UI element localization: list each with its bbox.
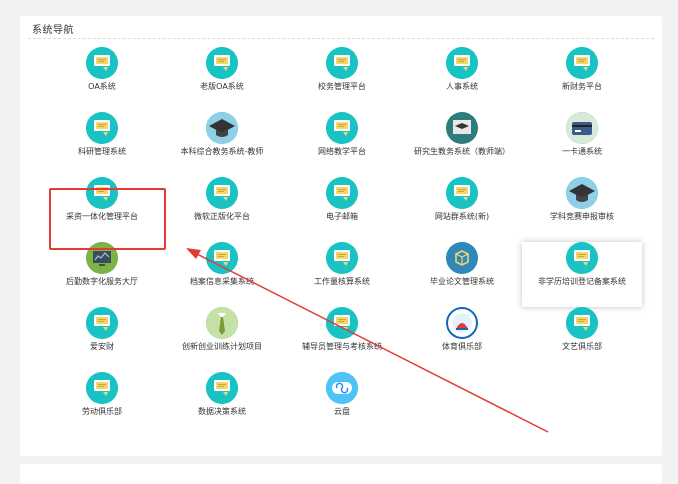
document-icon	[326, 307, 358, 339]
nav-tile[interactable]: 老版OA系统	[162, 47, 282, 112]
panel-title: 系统导航	[32, 25, 74, 36]
nav-tile-label: 微软正版化平台	[194, 212, 250, 221]
nav-tile[interactable]: 微软正版化平台	[162, 177, 282, 242]
document-icon	[206, 372, 238, 404]
nav-tile[interactable]: 云盘	[282, 372, 402, 437]
document-icon	[446, 47, 478, 79]
nav-tile-label: 非学历培训登记备案系统	[538, 277, 626, 286]
document-icon	[566, 307, 598, 339]
nav-tile[interactable]: 网络教学平台	[282, 112, 402, 177]
document-icon	[86, 47, 118, 79]
nav-tile-label: 档案信息采集系统	[190, 277, 254, 286]
document-icon	[326, 112, 358, 144]
nav-tile[interactable]: 毕业论文管理系统	[402, 242, 522, 307]
nav-tile-label: 爱安财	[90, 342, 114, 351]
nav-tile-label: 电子邮箱	[326, 212, 358, 221]
nav-tile[interactable]: 网站群系统(新)	[402, 177, 522, 242]
nav-tile[interactable]: 本科综合教务系统-教师	[162, 112, 282, 177]
nav-tile[interactable]: 非学历培训登记备案系统	[522, 242, 642, 307]
nav-tile-label: 本科综合教务系统-教师	[180, 147, 264, 156]
nav-tile-label: 网络教学平台	[318, 147, 366, 156]
document-icon	[326, 47, 358, 79]
tie-icon	[206, 307, 238, 339]
nav-tile-label: 校务管理平台	[318, 82, 366, 91]
nav-tile-label: 创新创业训练计划项目	[182, 342, 262, 351]
nav-tile[interactable]: 学科竞赛申报审核	[522, 177, 642, 242]
nav-tile-label: 研究生教务系统（教师端）	[414, 147, 510, 156]
nav-tile-label: OA系统	[88, 82, 116, 91]
graduation-cap-board-icon	[446, 112, 478, 144]
document-icon	[206, 242, 238, 274]
cube-icon	[446, 242, 478, 274]
nav-tile[interactable]: 文艺俱乐部	[522, 307, 642, 372]
document-icon	[566, 47, 598, 79]
nav-tile[interactable]: 科研管理系统	[42, 112, 162, 177]
nav-tile-label: 工作量核算系统	[314, 277, 370, 286]
sports-emblem-icon	[446, 307, 478, 339]
nav-tile-label: 网站群系统(新)	[434, 212, 490, 221]
nav-tile[interactable]: 辅导员管理与考核系统	[282, 307, 402, 372]
document-icon	[566, 242, 598, 274]
document-icon	[206, 177, 238, 209]
nav-tile-label: 老版OA系统	[200, 82, 244, 91]
nav-tile-label: 后勤数字化服务大厅	[66, 277, 138, 286]
nav-tile-label: 毕业论文管理系统	[430, 277, 494, 286]
nav-tile-label: 劳动俱乐部	[82, 407, 122, 416]
divider	[28, 38, 654, 39]
card-icon	[566, 112, 598, 144]
nav-tile-label: 人事系统	[446, 82, 478, 91]
nav-tile[interactable]: 创新创业训练计划项目	[162, 307, 282, 372]
graduation-cap-icon	[206, 112, 238, 144]
document-icon	[326, 177, 358, 209]
nav-tile-label: 学科竞赛申报审核	[550, 212, 614, 221]
nav-tile-label: 辅导员管理与考核系统	[302, 342, 382, 351]
nav-tile[interactable]: OA系统	[42, 47, 162, 112]
nav-tile[interactable]: 一卡通系统	[522, 112, 642, 177]
nav-tile[interactable]: 新财务平台	[522, 47, 642, 112]
nav-tile[interactable]: 劳动俱乐部	[42, 372, 162, 437]
document-icon	[446, 177, 478, 209]
nav-tile[interactable]: 校务管理平台	[282, 47, 402, 112]
nav-tile-label: 文艺俱乐部	[562, 342, 602, 351]
nav-tile[interactable]: 工作量核算系统	[282, 242, 402, 307]
nav-tile[interactable]: 电子邮箱	[282, 177, 402, 242]
nav-tile[interactable]: 爱安财	[42, 307, 162, 372]
graduation-cap-icon	[566, 177, 598, 209]
nav-tile[interactable]: 档案信息采集系统	[162, 242, 282, 307]
highlight-box	[49, 188, 166, 250]
nav-tile[interactable]: 人事系统	[402, 47, 522, 112]
nav-tile-label: 科研管理系统	[78, 147, 126, 156]
nav-tile-label: 体育俱乐部	[442, 342, 482, 351]
nav-tile[interactable]: 数据决策系统	[162, 372, 282, 437]
nav-tile-label: 数据决策系统	[198, 407, 246, 416]
nav-tile-label: 新财务平台	[562, 82, 602, 91]
nav-tile[interactable]: 体育俱乐部	[402, 307, 522, 372]
document-icon	[86, 112, 118, 144]
next-panel	[20, 464, 662, 484]
document-icon	[206, 47, 238, 79]
nav-tile-label: 一卡通系统	[562, 147, 602, 156]
nav-tile[interactable]: 后勤数字化服务大厅	[42, 242, 162, 307]
document-icon	[86, 372, 118, 404]
document-icon	[326, 242, 358, 274]
nav-tile-label: 云盘	[334, 407, 350, 416]
cloud-icon	[326, 372, 358, 404]
nav-tile[interactable]: 研究生教务系统（教师端）	[402, 112, 522, 177]
document-icon	[86, 307, 118, 339]
